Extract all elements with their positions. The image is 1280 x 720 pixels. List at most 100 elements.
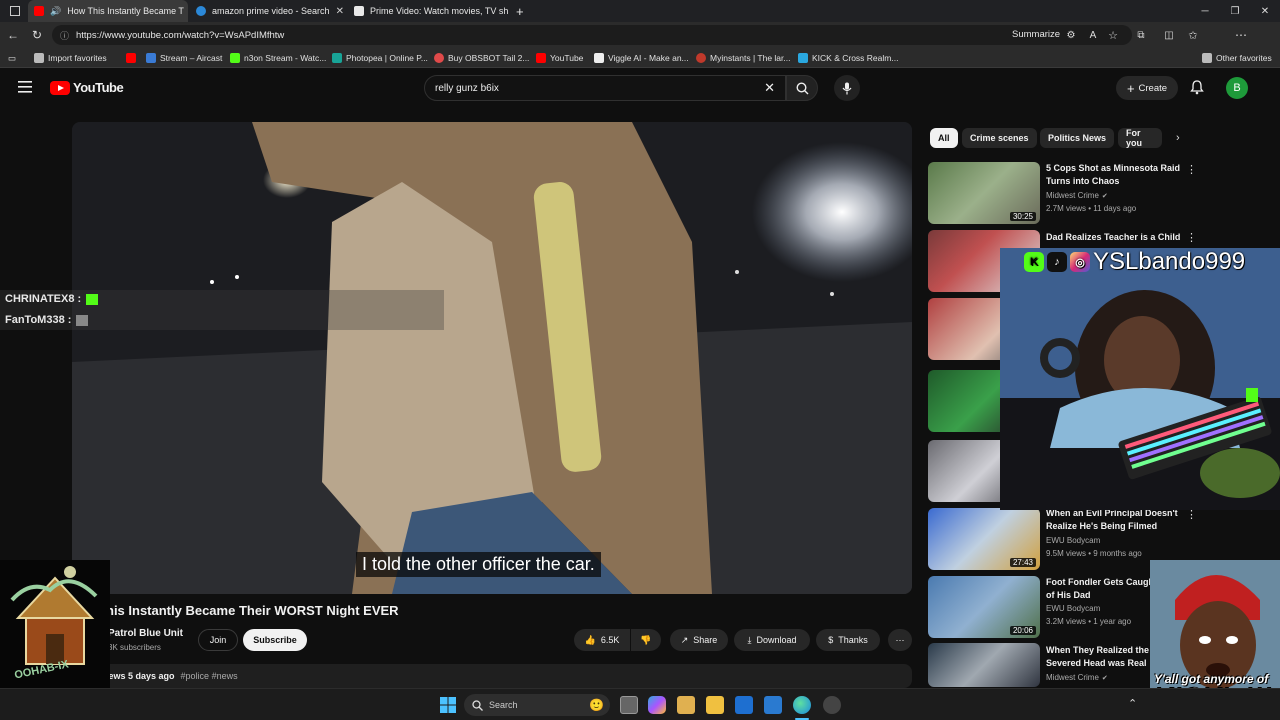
search-button[interactable] (786, 75, 818, 101)
speaker-icon[interactable]: 🔊 (50, 6, 61, 17)
extensions-puzzle-icon[interactable]: ⧉ (1132, 26, 1150, 44)
fav-import-favorites[interactable]: Import favorites (34, 51, 107, 65)
verified-icon: ✔ (1101, 674, 1108, 682)
fav-kick-cross[interactable]: KICK & Cross Realm... (798, 51, 898, 65)
related-channel[interactable]: EWU Bodycam (1046, 536, 1100, 545)
related-thumbnail[interactable] (928, 643, 1040, 687)
tiktok-icon: ♪ (1047, 252, 1067, 272)
related-more-icon[interactable]: ⋮ (1186, 231, 1197, 244)
extension-icon[interactable]: ⚙ (1062, 26, 1080, 44)
fav-aircast[interactable]: Stream – Aircast (146, 51, 222, 65)
task-view-icon[interactable] (620, 696, 638, 714)
file-explorer-icon[interactable] (706, 696, 724, 714)
account-avatar[interactable]: B (1226, 77, 1248, 99)
related-title[interactable]: 5 Cops Shot as Minnesota Raid Turns into… (1046, 162, 1186, 188)
emote-icon (86, 293, 99, 305)
tray-chevron-icon[interactable]: ⌃ (1128, 697, 1137, 710)
back-icon[interactable]: ← (4, 26, 22, 44)
search-input[interactable]: relly gunz b6ix ✕ (424, 75, 786, 101)
restore-icon[interactable]: ❐ (1220, 0, 1250, 22)
join-button[interactable]: Join (198, 629, 238, 651)
video-frame (72, 122, 912, 594)
outlook-icon[interactable] (735, 696, 753, 714)
video-player[interactable]: I told the other officer the car. (72, 122, 912, 594)
related-channel[interactable]: Midwest Crime ✔ (1046, 191, 1108, 200)
youtube-logo[interactable]: YouTube (50, 80, 124, 95)
split-screen-icon[interactable]: ◫ (1160, 26, 1178, 44)
search-favicon-icon (196, 6, 206, 16)
read-aloud-icon[interactable]: A (1084, 26, 1102, 44)
taskbar-search[interactable]: Search 🙂 (464, 694, 610, 716)
fav-youtube[interactable]: YouTube (536, 51, 583, 65)
instagram-icon: ◎ (1070, 252, 1090, 272)
duration-badge: 20:06 (1009, 626, 1036, 635)
close-window-icon[interactable]: ✕ (1250, 0, 1280, 22)
share-icon: ↗ (680, 634, 689, 645)
subscribe-button[interactable]: Subscribe (243, 629, 307, 651)
create-button[interactable]: + Create (1116, 76, 1178, 100)
photos-icon[interactable] (764, 696, 782, 714)
chip-crime-scenes[interactable]: Crime scenes (962, 128, 1037, 148)
windows-start-icon[interactable] (440, 697, 456, 718)
refresh-icon[interactable]: ↻ (28, 26, 46, 44)
store-icon[interactable] (677, 696, 695, 714)
close-tab-icon[interactable]: ✕ (336, 6, 344, 17)
url-field[interactable]: ⓘ https://www.youtube.com/watch?v=WsAPdI… (52, 25, 1132, 45)
related-meta: 9.5M views • 9 months ago (1046, 549, 1142, 558)
related-more-icon[interactable]: ⋮ (1186, 163, 1197, 176)
related-channel[interactable]: Midwest Crime ✔ (1046, 673, 1108, 682)
emote-icon (76, 314, 89, 326)
dislike-button[interactable]: 👎 (631, 629, 661, 651)
related-thumbnail[interactable]: 20:06 (928, 576, 1040, 638)
chip-all[interactable]: All (930, 128, 958, 148)
chip-politics-news[interactable]: Politics News (1040, 128, 1115, 148)
fav-obsbot[interactable]: Buy OBSBOT Tail 2... (434, 51, 529, 65)
edge-icon[interactable] (793, 696, 811, 714)
related-thumbnail[interactable]: 27:43 (928, 508, 1040, 570)
channel-name[interactable]: Patrol Blue Unit (108, 628, 183, 639)
windows-taskbar: Search 🙂 ⌃ (0, 688, 1280, 720)
related-title[interactable]: Dad Realizes Teacher is a Child (1046, 231, 1186, 244)
voice-search-button[interactable] (834, 75, 860, 101)
favorites-menu-icon[interactable]: ▭ (8, 51, 16, 65)
site-info-icon[interactable]: ⓘ (60, 29, 69, 42)
minimize-icon[interactable]: ─ (1190, 0, 1220, 22)
hamburger-menu-icon[interactable] (18, 80, 34, 94)
share-button[interactable]: ↗ Share (670, 629, 728, 651)
settings-icon[interactable] (823, 696, 841, 714)
favorites-icon[interactable]: ✩ (1184, 26, 1202, 44)
tab-actions-icon[interactable] (4, 0, 26, 22)
folder-icon (1202, 53, 1212, 63)
chat-username: CHRINATEX8 : (5, 293, 82, 305)
hashtags[interactable]: #police #news (181, 671, 238, 681)
chat-message: FanToM338 : (5, 314, 89, 326)
fav-n3on[interactable]: n3on Stream - Watc... (230, 51, 326, 65)
more-actions-icon[interactable]: ⋯ (888, 629, 912, 651)
related-channel[interactable]: EWU Bodycam (1046, 604, 1100, 613)
fav-myinstants[interactable]: Myinstants | The lar... (696, 51, 790, 65)
related-thumbnail[interactable]: 30:25 (928, 162, 1040, 224)
tab-youtube[interactable]: 🔊 How This Instantly Became T ✕ (28, 0, 188, 22)
new-tab-button[interactable]: + (510, 0, 530, 22)
tab-bing-search[interactable]: amazon prime video - Search ✕ (190, 0, 346, 22)
clear-search-icon[interactable]: ✕ (764, 80, 775, 96)
fav-youtube-icon[interactable] (126, 51, 136, 65)
like-button[interactable]: 👍 6.5K (574, 629, 630, 651)
fav-viggle[interactable]: Viggle AI - Make an... (594, 51, 689, 65)
summarize-button[interactable]: Summarize (1012, 29, 1060, 40)
thanks-button[interactable]: $ Thanks (816, 629, 880, 651)
other-favorites[interactable]: Other favorites (1202, 51, 1272, 65)
download-button[interactable]: ⤓ Download (734, 629, 810, 651)
chips-next-icon[interactable]: › (1176, 132, 1180, 144)
copilot-taskbar-icon[interactable] (648, 696, 666, 714)
notifications-bell-icon[interactable] (1190, 80, 1204, 100)
related-title[interactable]: When an Evil Principal Doesn't Realize H… (1046, 507, 1186, 533)
taskbar-search-placeholder: Search (489, 700, 518, 710)
tab-prime-video[interactable]: Prime Video: Watch movies, TV sh ✕ (348, 0, 508, 22)
description-box[interactable]: iews 5 days ago #police #news (100, 664, 912, 688)
favorite-star-icon[interactable]: ☆ (1104, 26, 1122, 44)
thanks-icon: $ (828, 635, 834, 645)
more-menu-icon[interactable]: ⋯ (1232, 26, 1250, 44)
fav-photopea[interactable]: Photopea | Online P... (332, 51, 428, 65)
chip-for-you[interactable]: For you (1118, 128, 1162, 148)
